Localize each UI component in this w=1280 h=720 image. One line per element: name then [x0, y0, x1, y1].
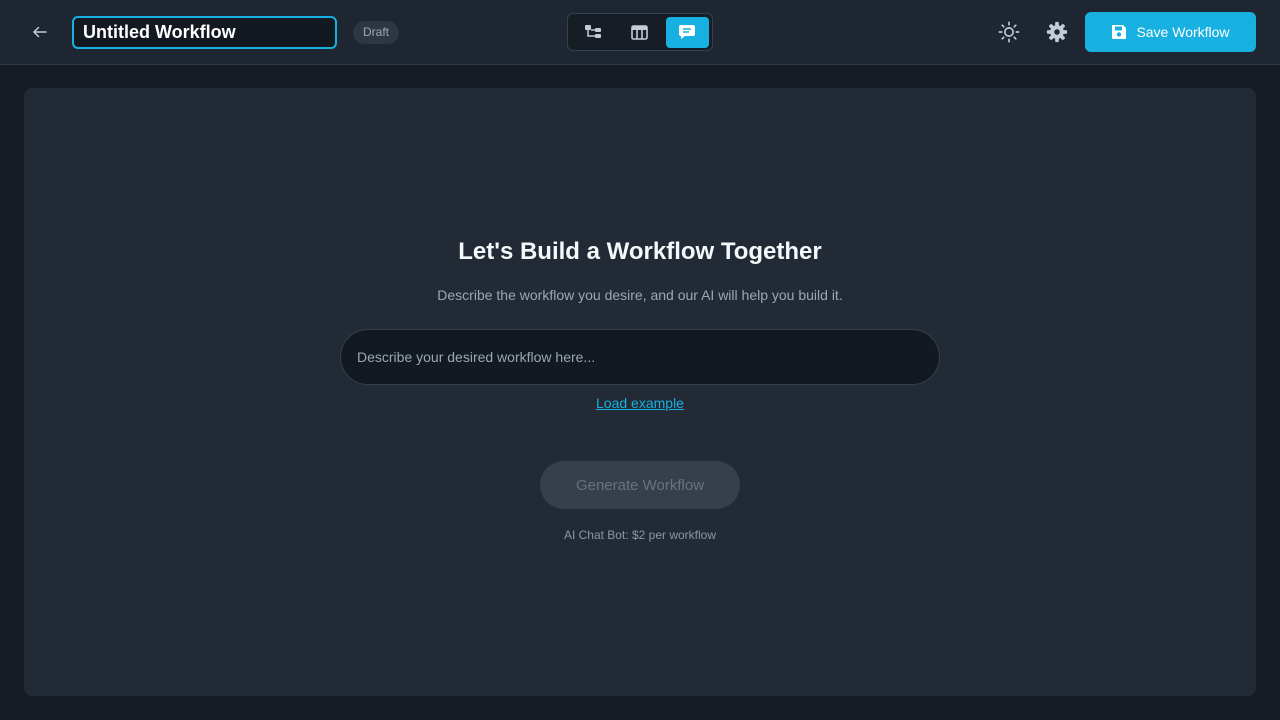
settings-button[interactable] — [1042, 17, 1072, 47]
load-example-link[interactable]: Load example — [596, 395, 684, 411]
sun-icon — [998, 21, 1020, 43]
back-button[interactable] — [26, 18, 54, 46]
generate-workflow-button[interactable]: Generate Workflow — [540, 461, 740, 509]
view-table-button[interactable] — [618, 17, 661, 48]
table-icon — [631, 24, 649, 40]
gear-icon — [1046, 21, 1068, 43]
view-chat-button[interactable] — [665, 16, 709, 48]
status-badge: Draft — [353, 21, 400, 44]
arrow-left-icon — [33, 26, 47, 38]
workflow-builder-panel: Let's Build a Workflow Together Describe… — [24, 88, 1256, 696]
workflow-title-input[interactable] — [72, 16, 337, 49]
top-bar: Draft — [0, 0, 1280, 65]
save-workflow-button[interactable]: Save Workflow — [1085, 12, 1256, 52]
view-mode-switch — [567, 13, 713, 51]
page-subtitle: Describe the workflow you desire, and ou… — [437, 287, 843, 303]
page-title: Let's Build a Workflow Together — [458, 238, 822, 265]
theme-toggle-button[interactable] — [994, 17, 1024, 47]
workflow-description-input[interactable] — [340, 329, 940, 385]
load-example-row: Load example — [24, 395, 1256, 411]
save-button-label: Save Workflow — [1136, 24, 1230, 40]
floppy-disk-icon — [1112, 25, 1127, 39]
hierarchy-icon — [584, 25, 601, 38]
chat-icon — [679, 25, 696, 39]
pricing-note: AI Chat Bot: $2 per workflow — [563, 528, 717, 542]
view-diagram-button[interactable] — [571, 17, 614, 48]
